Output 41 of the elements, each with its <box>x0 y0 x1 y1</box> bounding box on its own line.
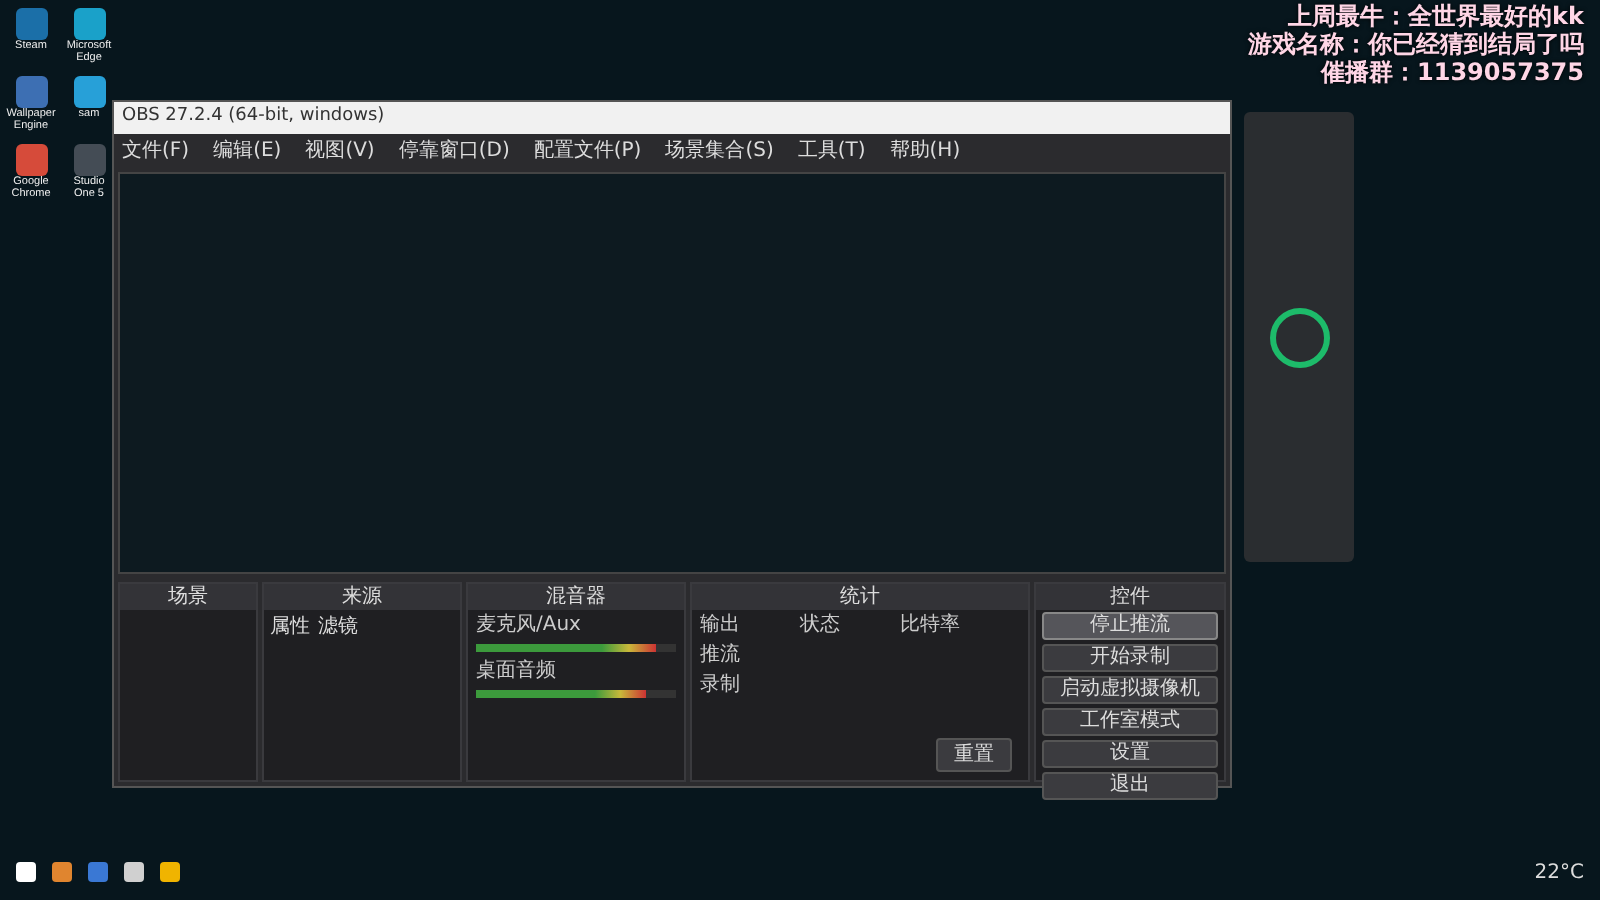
menu-item[interactable]: 场景集合(S) <box>665 135 774 165</box>
toolbar-button[interactable]: 滤镜 <box>318 612 358 642</box>
row-label: 录制 <box>698 671 742 700</box>
panel-title: 场景 <box>120 584 256 610</box>
weather-text: 22°C <box>1534 859 1584 887</box>
overlay-text: 上周最牛：全世界最好的kk <box>1286 4 1584 31</box>
column-header: 比特率 <box>898 611 963 640</box>
overlay-text: 游戏名称：你已经猜到结局了吗 <box>1248 31 1584 60</box>
panel-title: 统计 <box>692 584 1028 610</box>
reset-button[interactable]: 重置 <box>936 738 1012 772</box>
channel-name: 麦克风/Aux <box>474 611 583 640</box>
app-icon[interactable] <box>15 8 47 40</box>
column-header: 输出 <box>698 611 742 640</box>
menu-item[interactable]: 文件(F) <box>122 135 190 165</box>
app-icon[interactable] <box>73 76 105 109</box>
control-button[interactable]: 工作室模式 <box>1042 708 1218 736</box>
menu-item[interactable]: 帮助(H) <box>889 135 961 165</box>
channel-name: 桌面音频 <box>474 657 558 686</box>
toolbar-button[interactable]: 属性 <box>270 612 310 642</box>
window-title: OBS 27.2.4 (64-bit, windows) <box>114 102 1230 133</box>
menu-item[interactable]: 配置文件(P) <box>533 135 642 165</box>
menu-item[interactable]: 停靠窗口(D) <box>398 135 510 165</box>
control-button[interactable]: 开始录制 <box>1042 644 1218 672</box>
start-icon[interactable] <box>16 862 36 882</box>
panel-title: 来源 <box>264 584 460 610</box>
row-label: 推流 <box>698 641 742 670</box>
menu-item[interactable]: 工具(T) <box>797 135 866 165</box>
menu-item[interactable]: 编辑(E) <box>213 135 282 165</box>
app-icon[interactable] <box>73 8 105 40</box>
menu-item[interactable]: 视图(V) <box>305 135 375 165</box>
control-button[interactable]: 停止推流 <box>1042 612 1218 640</box>
control-button[interactable]: 启动虚拟摄像机 <box>1042 676 1218 704</box>
app-icon[interactable] <box>15 144 47 177</box>
power-ring-icon[interactable] <box>1269 307 1329 367</box>
panel-title: 控件 <box>1036 584 1224 610</box>
panel-title: 混音器 <box>468 584 684 610</box>
app-icon[interactable] <box>15 76 47 109</box>
column-header: 状态 <box>798 611 843 640</box>
overlay-text: 催播群：1139057375 <box>1318 59 1584 87</box>
control-button[interactable]: 设置 <box>1042 740 1218 768</box>
control-button[interactable]: 退出 <box>1042 772 1218 800</box>
